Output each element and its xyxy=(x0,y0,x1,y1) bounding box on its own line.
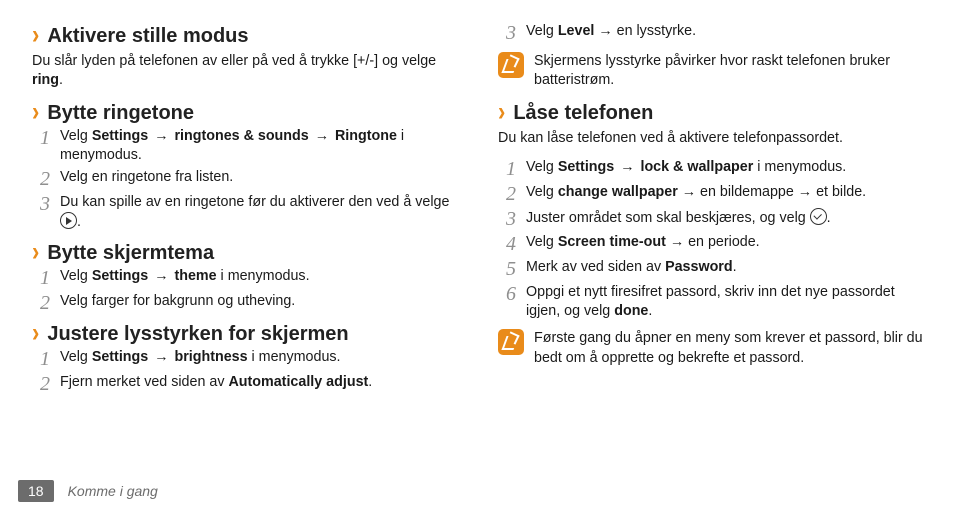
step-number: 2 xyxy=(498,183,516,205)
text: Du slår lyden på telefonen av eller på v… xyxy=(32,53,436,69)
list-item: 1 Velg Settings → lock & wallpaper i men… xyxy=(498,158,928,180)
section-silent-mode: › Aktivere stille modus Du slår lyden på… xyxy=(32,24,462,91)
play-icon xyxy=(60,212,77,229)
page-number: 18 xyxy=(18,480,54,502)
chevron-right-icon: › xyxy=(32,239,39,265)
step-number: 6 xyxy=(498,283,516,305)
step-number: 4 xyxy=(498,233,516,255)
section-title: Justere lysstyrken for skjermen xyxy=(47,323,348,346)
step-number: 3 xyxy=(498,208,516,230)
chevron-right-icon: › xyxy=(498,98,505,124)
note-text: Første gang du åpner en meny som krever … xyxy=(534,329,928,368)
note-block: Skjermens lysstyrke påvirker hvor raskt … xyxy=(498,52,928,91)
list-item: 4 Velg Screen time-out → en periode. xyxy=(498,233,928,255)
list-item: 1 Velg Settings → ringtones & sounds → R… xyxy=(32,127,462,166)
note-block: Første gang du åpner en meny som krever … xyxy=(498,329,928,368)
note-text: Skjermens lysstyrke påvirker hvor raskt … xyxy=(534,52,928,91)
page-section-name: Komme i gang xyxy=(68,483,158,499)
left-column: › Aktivere stille modus Du slår lyden på… xyxy=(32,18,462,403)
two-column-layout: › Aktivere stille modus Du slår lyden på… xyxy=(32,18,928,403)
right-column: 3 Velg Level → en lysstyrke. Skjermens l… xyxy=(498,18,928,403)
step-number: 3 xyxy=(32,193,50,215)
note-icon xyxy=(498,329,524,355)
section-para: Du kan låse telefonen ved å aktivere tel… xyxy=(498,129,928,148)
text-bold: ring xyxy=(32,72,59,88)
step-number: 1 xyxy=(498,158,516,180)
section-title: Låse telefonen xyxy=(513,102,653,125)
section-title: Bytte skjermtema xyxy=(47,242,214,265)
list-item: 3 Velg Level → en lysstyrke. xyxy=(498,22,928,44)
list-item: 2 Velg farger for bakgrunn og utheving. xyxy=(32,292,462,314)
section-change-ringtone: › Bytte ringetone 1 Velg Settings → ring… xyxy=(32,101,462,233)
chevron-right-icon: › xyxy=(32,98,39,124)
section-adjust-brightness: › Justere lysstyrken for skjermen 1 Velg… xyxy=(32,322,462,395)
step-number: 5 xyxy=(498,258,516,280)
section-title: Aktivere stille modus xyxy=(47,25,248,48)
step-number: 1 xyxy=(32,267,50,289)
text: . xyxy=(59,72,63,88)
step-number: 1 xyxy=(32,348,50,370)
step-number: 2 xyxy=(32,292,50,314)
list-item: 1 Velg Settings → theme i menymodus. xyxy=(32,267,462,289)
list-item: 2 Fjern merket ved siden av Automaticall… xyxy=(32,373,462,395)
list-item: 5 Merk av ved siden av Password. xyxy=(498,258,928,280)
list-item: 6 Oppgi et nytt firesifret passord, skri… xyxy=(498,283,928,322)
note-icon xyxy=(498,52,524,78)
check-icon xyxy=(810,208,827,225)
list-item: 2 Velg change wallpaper → en bildemappe … xyxy=(498,183,928,205)
section-para: Du slår lyden på telefonen av eller på v… xyxy=(32,52,462,91)
step-number: 2 xyxy=(32,168,50,190)
list-item: 3 Du kan spille av en ringetone før du a… xyxy=(32,193,462,233)
step-number: 3 xyxy=(498,22,516,44)
chevron-right-icon: › xyxy=(32,22,39,48)
step-number: 2 xyxy=(32,373,50,395)
list-item: 3 Juster området som skal beskjæres, og … xyxy=(498,208,928,230)
chevron-right-icon: › xyxy=(32,320,39,346)
step-number: 1 xyxy=(32,127,50,149)
section-change-theme: › Bytte skjermtema 1 Velg Settings → the… xyxy=(32,241,462,314)
list-item: 2 Velg en ringetone fra listen. xyxy=(32,168,462,190)
page-footer: 18 Komme i gang xyxy=(18,480,158,502)
list-item: 1 Velg Settings → brightness i menymodus… xyxy=(32,348,462,370)
section-title: Bytte ringetone xyxy=(47,102,194,125)
section-lock-phone: › Låse telefonen Du kan låse telefonen v… xyxy=(498,101,928,368)
